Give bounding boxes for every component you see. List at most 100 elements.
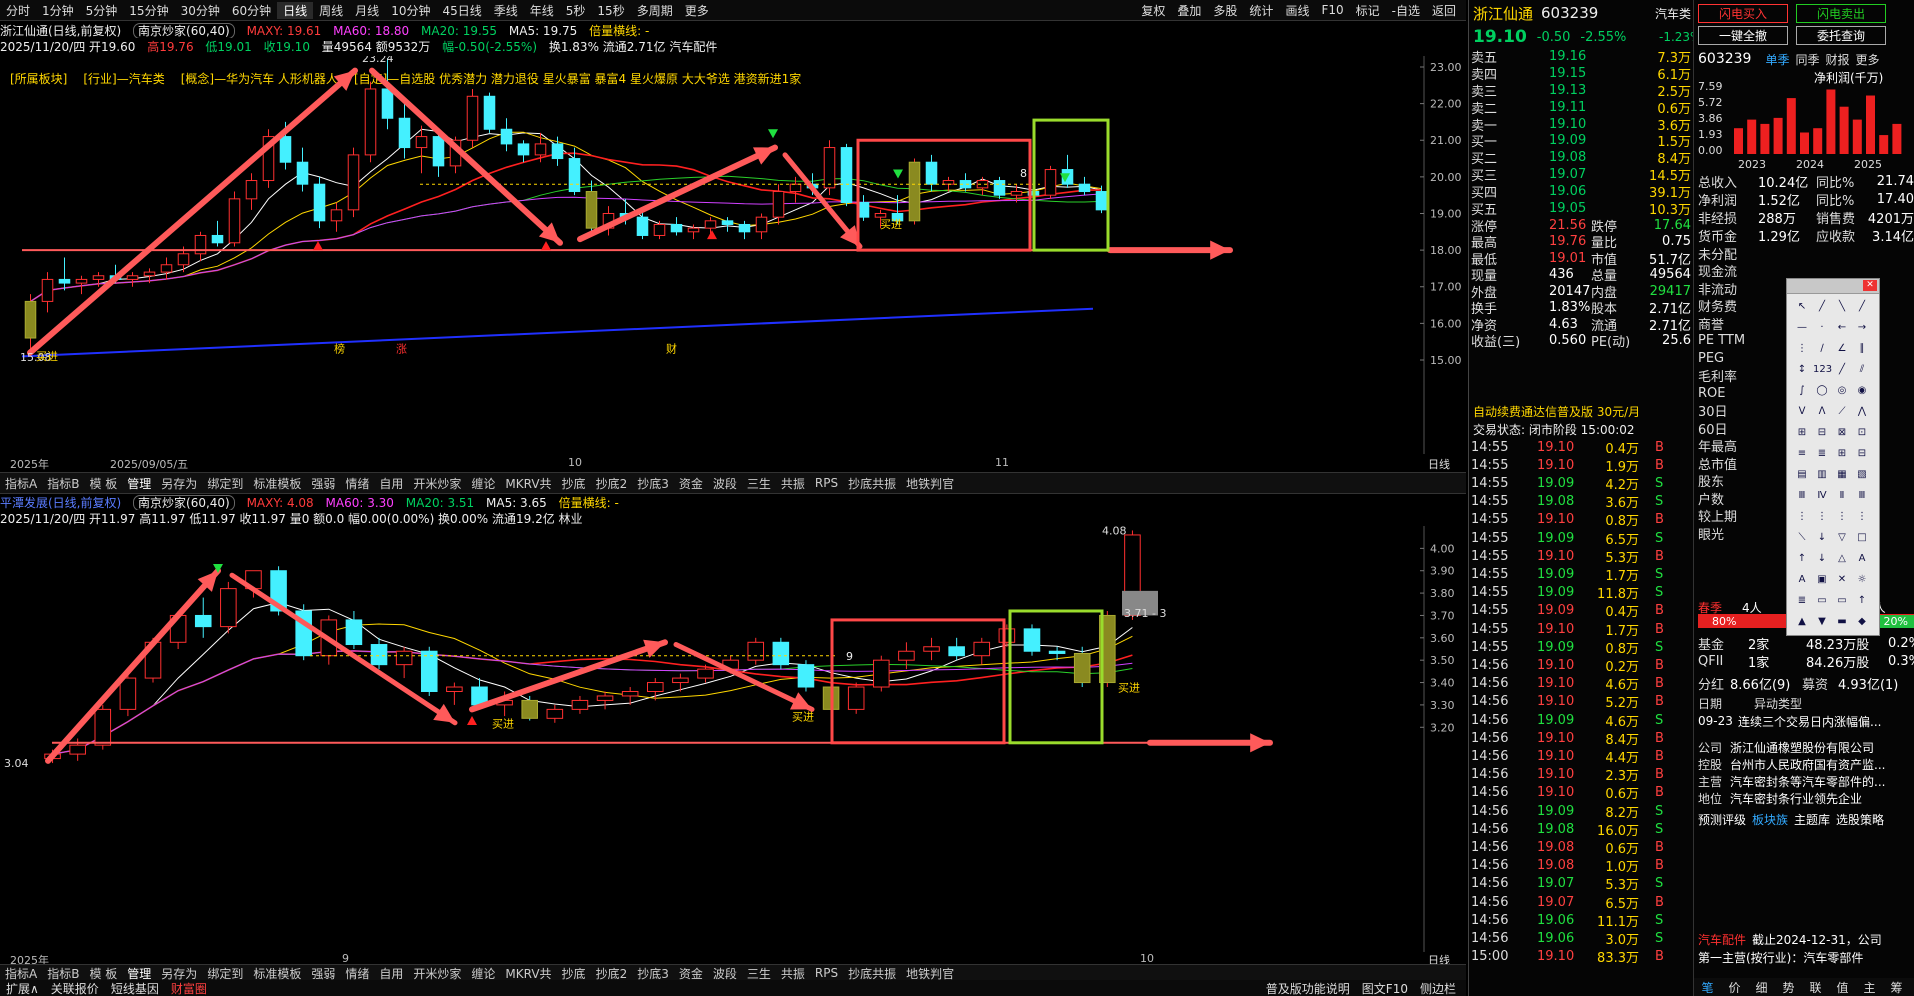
- indicator-tab[interactable]: 指标A: [0, 965, 42, 981]
- indicator-tab[interactable]: 三生: [742, 965, 776, 981]
- draw-tool-icon[interactable]: ᐱ: [1813, 404, 1831, 420]
- draw-tool-icon[interactable]: ▬: [1833, 614, 1851, 630]
- indicator-tab[interactable]: 强弱: [306, 965, 340, 981]
- event-row[interactable]: 09-23 连续三个交易日内涨幅偏...: [1698, 712, 1914, 730]
- draw-tool-icon[interactable]: Ⅲ: [1793, 488, 1811, 504]
- indicator-tab[interactable]: 波段: [708, 965, 742, 981]
- indicator-tab[interactable]: 资金: [674, 475, 708, 492]
- indicator-tab[interactable]: 绑定到: [202, 475, 248, 492]
- period-tab[interactable]: 15秒: [591, 2, 630, 19]
- toolbar-right-item[interactable]: 返回: [1426, 2, 1462, 19]
- draw-tool-icon[interactable]: ⋀: [1853, 404, 1871, 420]
- period-tab[interactable]: 更多: [679, 2, 715, 19]
- indicator-tab[interactable]: 管理: [122, 965, 156, 981]
- rating-item[interactable]: 选股策略: [1836, 811, 1884, 828]
- indicator-tab[interactable]: 波段: [708, 475, 742, 492]
- bottom-item[interactable]: 关联报价: [45, 980, 105, 996]
- upper-indicator-pill[interactable]: 南京炒家(60,40): [133, 23, 235, 38]
- indicator-tab[interactable]: 抄底2: [591, 965, 633, 981]
- indicator-tab[interactable]: 共振: [776, 965, 810, 981]
- indicator-tab[interactable]: 地铁判官: [901, 965, 959, 981]
- f10-tab[interactable]: 更多: [1856, 51, 1880, 68]
- indicator-tab[interactable]: 开米炒家: [408, 965, 466, 981]
- f10-bottom-tab[interactable]: 联: [1802, 979, 1829, 996]
- ad-banner[interactable]: 自动续费通达信普及版 30元/月: [1473, 402, 1640, 420]
- indicator-tab[interactable]: 共振: [776, 475, 810, 492]
- toolbar-right-item[interactable]: 叠加: [1171, 2, 1207, 19]
- indicator-tab[interactable]: 管理: [122, 475, 156, 492]
- period-tab[interactable]: 45日线: [436, 2, 487, 19]
- draw-tool-icon[interactable]: ⫽: [1853, 362, 1871, 378]
- upper-day-label[interactable]: 日线: [1428, 456, 1450, 472]
- period-tab[interactable]: 月线: [349, 2, 385, 19]
- toolbar-right-item[interactable]: -自选: [1386, 2, 1426, 19]
- f10-tab[interactable]: 财报: [1825, 51, 1849, 68]
- draw-tool-icon[interactable]: A: [1853, 551, 1871, 567]
- bottom-item[interactable]: 短线基因: [105, 980, 165, 996]
- bottom-item[interactable]: 扩展∧: [0, 980, 45, 996]
- indicator-tab[interactable]: 另存为: [156, 965, 202, 981]
- lower-kline-chart[interactable]: 4.00 3.90 3.80 3.70 3.60 3.50 3.40 3.30 3.20 4.08…: [0, 526, 1466, 952]
- indicator-tab[interactable]: 地铁判官: [901, 475, 959, 492]
- trade-button[interactable]: 一键全撤: [1698, 26, 1788, 45]
- draw-tool-icon[interactable]: ≣: [1793, 593, 1811, 609]
- indicator-tab[interactable]: 资金: [674, 965, 708, 981]
- draw-tool-icon[interactable]: ▤: [1793, 467, 1811, 483]
- indicator-tab[interactable]: 开米炒家: [408, 475, 466, 492]
- draw-tool-icon[interactable]: ⋮: [1853, 509, 1871, 525]
- period-tab[interactable]: 季线: [488, 2, 524, 19]
- draw-tool-icon[interactable]: →: [1853, 320, 1871, 336]
- f10-bottom-tab[interactable]: 笔: [1694, 979, 1721, 996]
- draw-tool-icon[interactable]: ⊠: [1833, 425, 1851, 441]
- draw-tool-icon[interactable]: ▭: [1833, 593, 1851, 609]
- draw-tool-icon[interactable]: ⋮: [1793, 509, 1811, 525]
- indicator-tab[interactable]: 指标B: [42, 475, 84, 492]
- draw-tool-icon[interactable]: ∕: [1813, 341, 1831, 357]
- draw-tool-icon[interactable]: ▭: [1813, 593, 1831, 609]
- toolbar-right-item[interactable]: 统计: [1243, 2, 1279, 19]
- draw-tool-icon[interactable]: ◆: [1853, 614, 1871, 630]
- indicator-tab[interactable]: 指标A: [0, 475, 42, 492]
- draw-tool-icon[interactable]: □: [1853, 530, 1871, 546]
- trade-button[interactable]: 委托查询: [1796, 26, 1886, 45]
- period-tab[interactable]: 1分钟: [36, 2, 80, 19]
- period-tab[interactable]: 15分钟: [123, 2, 174, 19]
- indicator-tab[interactable]: 模 板: [84, 965, 122, 981]
- period-tab[interactable]: 分时: [0, 2, 36, 19]
- indicator-tab[interactable]: 三生: [742, 475, 776, 492]
- indicator-tab[interactable]: 抄底3: [632, 475, 674, 492]
- period-tab[interactable]: 周线: [313, 2, 349, 19]
- indicator-tab[interactable]: 抄底: [557, 475, 591, 492]
- indicator-tab[interactable]: 另存为: [156, 475, 202, 492]
- draw-tool-icon[interactable]: ↓: [1813, 551, 1831, 567]
- indicator-tab[interactable]: 强弱: [306, 475, 340, 492]
- draw-tool-icon[interactable]: ⟋: [1833, 404, 1851, 420]
- draw-tool-icon[interactable]: ▽: [1833, 530, 1851, 546]
- draw-tool-icon[interactable]: ▥: [1813, 467, 1831, 483]
- rating-item[interactable]: 主题库: [1794, 811, 1830, 828]
- draw-tool-icon[interactable]: ↕: [1793, 362, 1811, 378]
- trade-button[interactable]: 闪电买入: [1698, 4, 1788, 23]
- toolbar-right-item[interactable]: F10: [1315, 3, 1349, 17]
- draw-tool-icon[interactable]: ⊟: [1853, 446, 1871, 462]
- draw-tool-icon[interactable]: ⊞: [1793, 425, 1811, 441]
- draw-tool-icon[interactable]: ·: [1813, 320, 1831, 336]
- lower-indicator-pill[interactable]: 南京炒家(60,40): [133, 495, 235, 510]
- bottom-right-item[interactable]: 普及版功能说明: [1260, 980, 1356, 996]
- draw-tool-icon[interactable]: ∥: [1853, 341, 1871, 357]
- bottom-right-item[interactable]: 图文F10: [1356, 980, 1414, 996]
- indicator-tab[interactable]: 抄底2: [591, 475, 633, 492]
- f10-bottom-tab[interactable]: 势: [1775, 979, 1802, 996]
- period-tab[interactable]: 60分钟: [226, 2, 277, 19]
- draw-tool-icon[interactable]: ⊟: [1813, 425, 1831, 441]
- period-tab[interactable]: 多周期: [631, 2, 679, 19]
- draw-tool-icon[interactable]: ↑: [1793, 551, 1811, 567]
- draw-tool-icon[interactable]: ▣: [1813, 572, 1831, 588]
- indicator-tab[interactable]: 抄底3: [632, 965, 674, 981]
- draw-tool-icon[interactable]: ↖: [1793, 299, 1811, 315]
- indicator-tab[interactable]: 标准模板: [248, 965, 306, 981]
- draw-tool-icon[interactable]: ⊡: [1853, 425, 1871, 441]
- toolbar-right-item[interactable]: 画线: [1279, 2, 1315, 19]
- bottom-item[interactable]: 财富圈: [165, 980, 213, 996]
- draw-tool-icon[interactable]: ◉: [1853, 383, 1871, 399]
